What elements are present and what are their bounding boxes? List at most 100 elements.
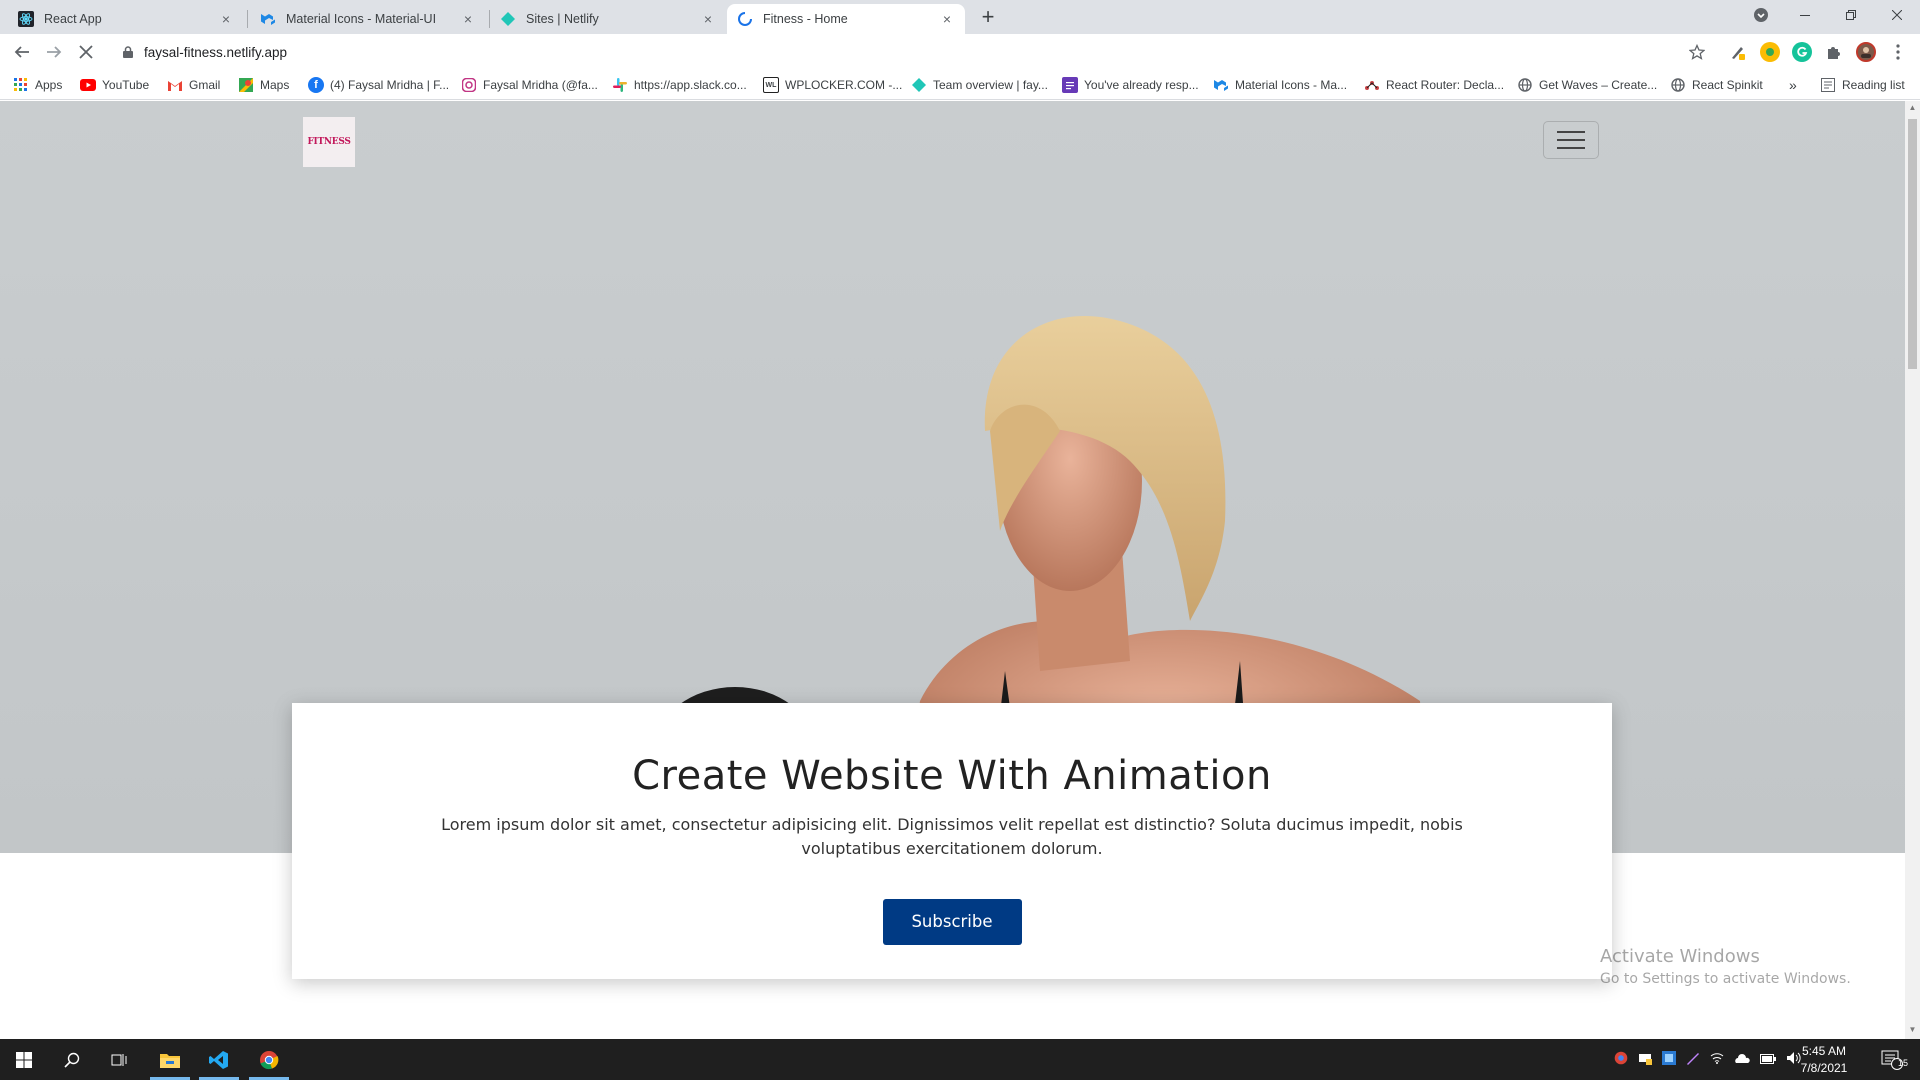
bookmark-label: React Router: Decla... [1386, 78, 1505, 92]
close-window-icon[interactable] [1874, 0, 1920, 30]
pen-workspace-icon[interactable] [1686, 1051, 1700, 1068]
url-text: faysal-fitness.netlify.app [144, 44, 288, 60]
activate-subtitle: Go to Settings to activate Windows. [1600, 971, 1851, 987]
bookmarks-overflow-button[interactable]: » [1789, 76, 1797, 94]
tab-close-icon[interactable]: × [700, 11, 716, 27]
tab-strip: React App × Material Icons - Material-UI… [0, 0, 1920, 34]
bookmark-team-overview[interactable]: Team overview | fay... [911, 76, 1048, 94]
scroll-up-icon[interactable]: ▲ [1908, 103, 1917, 112]
bookmarks-bar: Apps YouTube Gmail Maps f (4) Faysal Mri… [0, 70, 1920, 100]
profile-avatar[interactable] [1856, 42, 1876, 62]
bookmark-forms[interactable]: You've already resp... [1062, 76, 1199, 94]
youtube-icon [80, 77, 96, 93]
bookmark-label: Team overview | fay... [933, 78, 1048, 92]
battery-icon[interactable] [1760, 1053, 1776, 1067]
bookmark-gmail[interactable]: Gmail [167, 76, 220, 94]
chrome-menu-icon[interactable] [1886, 40, 1910, 64]
hamburger-icon [1557, 139, 1585, 141]
tab-search-icon[interactable] [1738, 0, 1784, 30]
tab-separator [247, 10, 248, 28]
search-icon[interactable] [48, 1039, 96, 1080]
hamburger-icon [1557, 131, 1585, 133]
bookmark-label: (4) Faysal Mridha | F... [330, 78, 450, 92]
browser-toolbar: faysal-fitness.netlify.app [0, 34, 1920, 70]
scroll-down-icon[interactable]: ▼ [1908, 1025, 1917, 1034]
hero-title: Create Website With Animation [632, 753, 1272, 799]
back-icon[interactable] [10, 40, 34, 64]
minimize-icon[interactable] [1782, 0, 1828, 30]
bookmark-label: YouTube [102, 78, 150, 92]
gmail-icon [167, 77, 183, 93]
extensions-puzzle-icon[interactable] [1824, 42, 1844, 62]
facebook-icon: f [308, 77, 324, 93]
notification-count: 15 [1898, 1058, 1909, 1068]
wifi-icon[interactable] [1710, 1052, 1724, 1067]
bookmark-youtube[interactable]: YouTube [80, 76, 149, 94]
bookmark-material-icons[interactable]: Material Icons - Ma... [1213, 76, 1347, 94]
task-view-icon[interactable] [96, 1039, 144, 1080]
bookmark-get-waves[interactable]: Get Waves – Create... [1517, 76, 1657, 94]
bookmark-apps[interactable]: Apps [13, 76, 62, 94]
bookmark-react-router[interactable]: React Router: Decla... [1364, 76, 1504, 94]
bookmark-label: Faysal Mridha (@fa... [483, 78, 598, 92]
file-explorer-icon[interactable] [146, 1039, 194, 1080]
tab-close-icon[interactable]: × [939, 11, 955, 27]
tab-netlify[interactable]: Sites | Netlify × [490, 4, 726, 34]
clock-date: 7/8/2021 [1800, 1061, 1848, 1075]
bookmark-react-spinkit[interactable]: React Spinkit [1670, 76, 1763, 94]
stop-loading-icon[interactable] [74, 40, 98, 64]
loading-icon [737, 11, 753, 27]
new-tab-button[interactable]: + [976, 6, 1000, 30]
windows-taskbar: 5:45 AM 7/8/2021 15 [0, 1039, 1920, 1080]
bookmark-slack[interactable]: https://app.slack.co... [612, 76, 747, 94]
restore-icon[interactable] [1828, 0, 1874, 30]
material-ui-icon [260, 11, 276, 27]
tab-close-icon[interactable]: × [218, 11, 234, 27]
bookmark-label: React Spinkit [1692, 78, 1763, 92]
address-bar[interactable]: faysal-fitness.netlify.app [110, 38, 1690, 66]
tab-material-icons[interactable]: Material Icons - Material-UI × [250, 4, 486, 34]
tab-title: Material Icons - Material-UI [286, 12, 437, 26]
bookmark-facebook[interactable]: f (4) Faysal Mridha | F... [308, 76, 449, 94]
tab-fitness-home[interactable]: Fitness - Home × [727, 4, 965, 34]
onedrive-icon[interactable] [1734, 1053, 1750, 1067]
chrome-icon[interactable] [245, 1039, 293, 1080]
bookmark-label: Maps [260, 78, 290, 92]
reading-list-button[interactable]: Reading list [1820, 76, 1905, 94]
bookmark-instagram[interactable]: Faysal Mridha (@fa... [461, 76, 598, 94]
vscode-icon[interactable] [195, 1039, 243, 1080]
location-extension-icon[interactable] [1760, 42, 1780, 62]
subscribe-button[interactable]: Subscribe [882, 899, 1022, 945]
slack-icon [612, 77, 628, 93]
network-share-icon[interactable] [1638, 1051, 1652, 1068]
scrollbar-thumb[interactable] [1908, 119, 1917, 369]
forward-icon[interactable] [42, 40, 66, 64]
windows-start-icon[interactable] [0, 1039, 48, 1080]
site-logo[interactable]: FITNESS [303, 117, 355, 167]
maps-icon [238, 77, 254, 93]
apps-grid-icon [13, 77, 29, 93]
globe-icon [1517, 77, 1533, 93]
display-icon[interactable] [1662, 1051, 1676, 1068]
taskbar-clock[interactable]: 5:45 AM 7/8/2021 [1792, 1043, 1856, 1077]
bookmark-label: Get Waves – Create... [1539, 78, 1658, 92]
bookmark-maps[interactable]: Maps [238, 76, 289, 94]
tab-close-icon[interactable]: × [460, 11, 476, 27]
react-router-icon [1364, 77, 1380, 93]
menu-toggle-button[interactable] [1543, 121, 1599, 159]
chrome-tray-icon[interactable] [1614, 1051, 1628, 1068]
grammarly-icon[interactable] [1792, 42, 1812, 62]
forms-icon [1062, 77, 1078, 93]
hero-card: Create Website With Animation Lorem ipsu… [292, 703, 1612, 979]
bookmark-star-icon[interactable] [1685, 40, 1709, 64]
tab-react-app[interactable]: React App × [8, 4, 244, 34]
pen-extension-icon[interactable] [1728, 42, 1748, 62]
action-center-icon[interactable]: 15 [1868, 1039, 1916, 1080]
tab-title: React App [44, 12, 102, 26]
bookmark-label: Gmail [189, 78, 221, 92]
page-viewport: FITNESS Create Website With Animation Lo… [0, 101, 1905, 1039]
page-scrollbar[interactable]: ▲ ▼ [1905, 101, 1920, 1039]
activate-windows-watermark: Activate Windows Go to Settings to activ… [1600, 946, 1851, 987]
bookmark-wplocker[interactable]: WL WPLOCKER.COM -... [763, 76, 902, 94]
hamburger-icon [1557, 147, 1585, 149]
